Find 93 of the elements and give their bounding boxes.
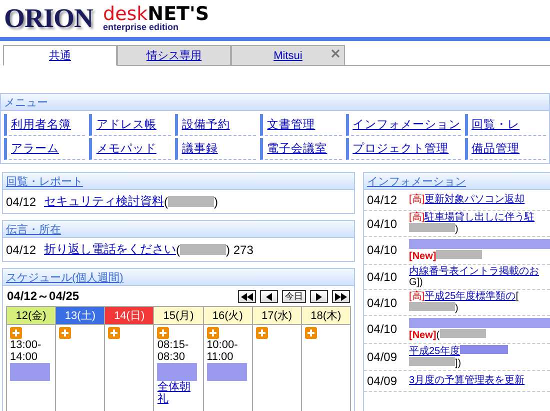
first-button[interactable] [238, 290, 256, 303]
menu-item[interactable]: メモパッド [89, 138, 171, 160]
new-label: [New] [409, 251, 436, 262]
event-time: 10:00-11:00 [206, 339, 239, 364]
menu-item[interactable]: 設備予約 [174, 114, 256, 136]
add-icon[interactable] [59, 327, 72, 339]
date-text: 04/12 [6, 194, 36, 208]
plain-text: ) 273 [226, 242, 254, 256]
item-link[interactable]: 平成25年度標準類の [424, 290, 516, 302]
item-link[interactable]: 更新対象パソコン返却 [424, 194, 525, 206]
date-text: 04/10 [367, 216, 398, 231]
menu-item[interactable]: 回覧・レ [464, 114, 546, 136]
priority-label: [高] [409, 290, 425, 302]
item-link[interactable]: 内線番号表イントラ掲載のお [409, 266, 539, 277]
date-text: 04/09 [367, 350, 398, 364]
menu-item[interactable]: 利用者名簿 [4, 114, 86, 136]
date-text: 04/10 [367, 243, 398, 258]
tab[interactable]: 共通 [3, 45, 117, 66]
previous-button[interactable] [260, 290, 278, 303]
today-button[interactable]: 今日 [282, 290, 306, 303]
menu-item[interactable]: インフォメーション [346, 114, 461, 136]
plain-text: ]) [455, 358, 462, 369]
right-triangle-icon [316, 292, 322, 300]
date-text: 04/10 [367, 296, 398, 310]
redacted-block [180, 244, 226, 255]
menu-item[interactable]: 文書管理 [260, 114, 342, 136]
section-title-link[interactable]: 伝言・所在 [6, 222, 61, 236]
redacted-block [409, 302, 455, 312]
date-text: 04/12 [6, 242, 36, 256]
item-link[interactable]: 駐車場貸し出しに伴う駐 [424, 212, 535, 223]
section-title-link[interactable]: スケジュール(個人週間) [6, 270, 124, 284]
plain-text: ( [164, 194, 168, 208]
day-header: 13(土) [56, 307, 106, 325]
day-header: 16(火) [204, 307, 253, 325]
plain-text: ( [436, 330, 440, 342]
event-time: 13:00-14:00 [10, 339, 42, 364]
day-header: 14(日) [105, 307, 154, 325]
menu-item[interactable]: プロジェクト管理 [346, 138, 461, 160]
plain-text: G]) [409, 276, 423, 288]
redacted-block [10, 363, 50, 382]
plain-text: ) [455, 303, 458, 314]
redacted-block [409, 223, 455, 232]
item-link[interactable]: セキュリティ検討資料 [44, 193, 164, 210]
tab[interactable]: Mitsui [231, 45, 345, 66]
add-icon[interactable] [256, 327, 268, 339]
add-icon[interactable] [206, 327, 219, 339]
priority-label: [高] [409, 212, 425, 223]
plain-text: [ [516, 290, 518, 302]
menu-item[interactable]: 議事録 [174, 138, 256, 160]
section-title-link[interactable]: インフォメーション [367, 174, 466, 188]
product-logo: deskNET'S enterprise edition [103, 5, 210, 32]
menu-item[interactable]: 備品管理 [464, 138, 546, 160]
date-text: 04/12 [367, 193, 398, 207]
section-header: メニュー [1, 94, 549, 111]
day-header: 12(金) [7, 307, 56, 325]
tab[interactable]: 情シス専用 [117, 45, 231, 66]
date-range: 04/12～04/25 [7, 288, 80, 305]
redacted-block [157, 363, 198, 382]
add-icon[interactable] [157, 327, 170, 339]
item-link[interactable]: 平成25年度 [409, 346, 460, 356]
date-text: 04/09 [367, 374, 398, 388]
menu-item[interactable]: アラーム [4, 138, 86, 160]
event-link[interactable]: 全体朝礼 [157, 381, 200, 406]
plain-text: ) [455, 224, 458, 236]
add-icon[interactable] [108, 327, 120, 339]
next-button[interactable] [310, 290, 328, 303]
last-button[interactable] [332, 290, 350, 303]
double-left-triangle-icon [241, 292, 253, 300]
redacted-block [409, 356, 455, 366]
add-icon[interactable] [10, 327, 22, 339]
day-header: 15(月) [154, 307, 204, 325]
plain-text: ( [176, 242, 180, 256]
event-time: 08:15-08:30 [157, 339, 190, 364]
redacted-block [168, 196, 214, 207]
double-right-triangle-icon [335, 292, 347, 300]
priority-label: [高] [409, 194, 425, 206]
item-link[interactable]: 3月度の予算管理表を更新 [409, 375, 525, 386]
menu-item[interactable]: アドレス帳 [89, 114, 171, 136]
company-logo: ORION [4, 3, 94, 34]
left-triangle-icon [266, 292, 272, 300]
close-icon[interactable] [331, 49, 340, 58]
day-header: 18(木) [302, 307, 351, 325]
day-header: 17(水) [252, 307, 302, 325]
plain-text: ) [214, 194, 218, 208]
date-text: 04/10 [367, 322, 398, 336]
redacted-block [460, 344, 508, 354]
add-icon[interactable] [304, 327, 317, 339]
menu-item[interactable]: 電子会議室 [260, 138, 342, 160]
redacted-block [206, 363, 247, 382]
date-text: 04/10 [367, 270, 398, 284]
new-label: [New] [409, 330, 436, 342]
item-link[interactable]: 折り返し電話をください [44, 241, 176, 258]
section-title-link[interactable]: 回覧・レポート [6, 174, 83, 188]
